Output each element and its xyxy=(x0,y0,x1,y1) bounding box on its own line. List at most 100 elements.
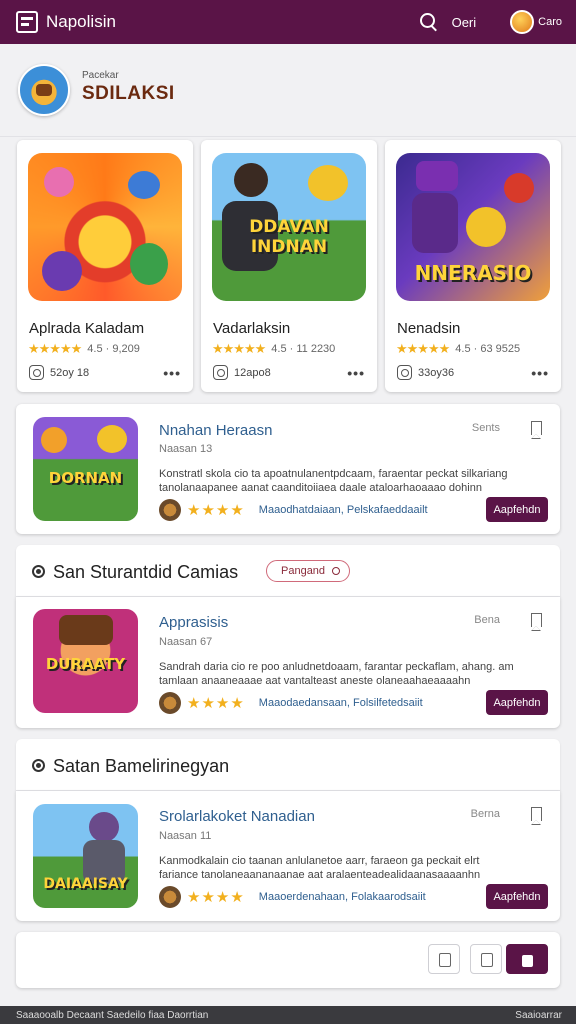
list-item[interactable]: DURAATY Apprasisis Naasan 67 Bena Sandra… xyxy=(16,597,560,728)
action-bar xyxy=(16,932,560,988)
list-item-subtitle: Naasan 13 xyxy=(159,443,213,455)
featured-title[interactable]: Aplrada Kaladam xyxy=(29,320,144,337)
profile-title: SDILAKSI xyxy=(82,83,175,104)
featured-thumbnail[interactable]: NNERASIO xyxy=(396,153,550,301)
get-app-button[interactable]: Aapfehdn xyxy=(486,690,548,715)
character-shape xyxy=(416,161,458,191)
lock-icon[interactable] xyxy=(506,944,548,974)
footer-copyright: Saaioarrar xyxy=(515,1009,562,1021)
rating-count: 4.5 · 63 9525 xyxy=(455,343,521,355)
list-item-title[interactable]: Nnahan Heraasn xyxy=(159,422,272,439)
get-app-button[interactable]: Aapfehdn xyxy=(486,497,548,522)
list-item-subtitle: Naasan 67 xyxy=(159,636,213,648)
download-icon xyxy=(213,365,228,380)
section-icon xyxy=(32,759,45,772)
character-shape xyxy=(412,193,458,253)
rating-count: 4.5 · 9,209 xyxy=(87,343,140,355)
featured-meta: 33oy36 xyxy=(397,365,454,380)
get-app-button[interactable]: Aapfehdn xyxy=(486,884,548,909)
section-icon xyxy=(32,565,45,578)
more-options-icon[interactable]: ••• xyxy=(163,365,181,381)
footer-links[interactable]: Saaaooalb Decaant Saedeilo fiaa Daorrtia… xyxy=(16,1010,208,1021)
bookmark-icon[interactable] xyxy=(530,807,542,825)
more-options-icon[interactable]: ••• xyxy=(531,365,549,381)
thumbnail-title-art: DORNAN xyxy=(48,469,123,487)
user-name[interactable]: Caro xyxy=(538,16,562,28)
section-header: San Sturantdid Camias Pangand xyxy=(16,545,560,597)
user-avatar[interactable] xyxy=(510,10,535,34)
developer-avatar xyxy=(159,499,181,521)
featured-title[interactable]: Nenadsin xyxy=(397,320,460,337)
featured-rating: ★★★★★ 4.5 · 11 2230 xyxy=(212,341,335,357)
list-item-meta: ★★★★ Maaodaedansaan, Folsilfetedsaiit xyxy=(159,692,423,714)
character-shape xyxy=(42,251,82,291)
character-shape xyxy=(89,812,119,842)
list-item-thumbnail[interactable]: DAIAAISAY xyxy=(33,804,138,908)
star-rating-icon: ★★★★ xyxy=(187,502,245,519)
search-icon[interactable] xyxy=(419,13,438,31)
featured-card[interactable]: Aplrada Kaladam ★★★★★ 4.5 · 9,209 52oy 1… xyxy=(17,140,193,392)
section-filter-chip[interactable]: Pangand xyxy=(266,560,351,582)
list-item-tags[interactable]: Maaodaedansaan, Folsilfetedsaiit xyxy=(259,697,423,709)
featured-rating: ★★★★★ 4.5 · 9,209 xyxy=(28,341,140,357)
save-label[interactable]: Sents xyxy=(472,422,500,434)
character-shape xyxy=(130,243,168,285)
profile-subtitle: Pacekar xyxy=(82,70,119,81)
character-shape xyxy=(41,427,67,453)
featured-card[interactable]: DDAVAN INDNAN Vadarlaksin ★★★★★ 4.5 · 11… xyxy=(201,140,377,392)
download-icon xyxy=(29,365,44,380)
library-icon[interactable] xyxy=(470,944,502,974)
star-rating-icon: ★★★★★ xyxy=(28,341,82,356)
character-shape xyxy=(308,165,348,201)
character-shape xyxy=(97,425,127,453)
character-shape xyxy=(234,163,268,197)
star-rating-icon: ★★★★★ xyxy=(396,341,450,356)
save-label[interactable]: Berna xyxy=(471,808,500,820)
list-item-title[interactable]: Srolarlakoket Nanadian xyxy=(159,808,315,825)
developer-avatar xyxy=(159,886,181,908)
download-icon xyxy=(397,365,412,380)
section-title: San Sturantdid Camias xyxy=(53,562,239,582)
list-item-thumbnail[interactable]: DURAATY xyxy=(33,609,138,713)
thumbnail-title-art: DAIAAISAY xyxy=(43,876,128,892)
list-item[interactable]: DAIAAISAY Srolarlakoket Nanadian Naasan … xyxy=(16,791,560,921)
list-item[interactable]: DORNAN Nnahan Heraasn Naasan 13 Sents Ko… xyxy=(16,404,560,534)
app-title: Napolisin xyxy=(46,12,116,31)
top-app-bar: Napolisin Oeri Caro xyxy=(0,0,576,44)
bookmark-icon[interactable] xyxy=(530,613,542,631)
featured-thumbnail[interactable]: DDAVAN INDNAN xyxy=(212,153,366,301)
list-item-title[interactable]: Apprasisis xyxy=(159,614,228,631)
profile-avatar[interactable] xyxy=(18,64,70,116)
thumbnail-title-art: DURAATY xyxy=(45,655,126,673)
developer-avatar xyxy=(159,692,181,714)
character-shape xyxy=(128,171,160,199)
share-icon[interactable] xyxy=(428,944,460,974)
character-shape xyxy=(59,615,113,645)
top-nav-link[interactable]: Oeri xyxy=(452,15,477,30)
star-rating-icon: ★★★★★ xyxy=(212,341,266,356)
featured-meta: 52oy 18 xyxy=(29,365,89,380)
section-header: Satan Bamelirinegyan xyxy=(16,739,560,791)
star-rating-icon: ★★★★ xyxy=(187,695,245,712)
list-item-subtitle: Naasan 11 xyxy=(159,830,212,842)
list-item-thumbnail[interactable]: DORNAN xyxy=(33,417,138,521)
header-divider xyxy=(0,136,576,137)
list-item-description: Konstratl skola cio ta apoatnulanentpdca… xyxy=(159,468,508,494)
featured-thumbnail[interactable] xyxy=(28,153,182,301)
download-count: 33oy36 xyxy=(418,366,455,379)
character-shape xyxy=(44,167,74,197)
app-logo-icon[interactable] xyxy=(16,11,38,33)
footer-bar: Saaaooalb Decaant Saedeilo fiaa Daorrtia… xyxy=(0,1006,576,1024)
download-count: 52oy 18 xyxy=(50,366,90,379)
list-item-meta: ★★★★ Maaodhatdaiaan, Pelskafaeddaailt xyxy=(159,499,428,521)
more-options-icon[interactable]: ••• xyxy=(347,365,365,381)
character-shape xyxy=(466,207,506,247)
featured-title[interactable]: Vadarlaksin xyxy=(213,320,290,337)
thumbnail-title-art: DDAVAN INDNAN xyxy=(249,217,329,257)
list-item-tags[interactable]: Maaoerdenahaan, Folakaarodsaiit xyxy=(259,891,426,903)
featured-card[interactable]: NNERASIO Nenadsin ★★★★★ 4.5 · 63 9525 33… xyxy=(385,140,561,392)
bookmark-icon[interactable] xyxy=(530,421,542,439)
list-item-tags[interactable]: Maaodhatdaiaan, Pelskafaeddaailt xyxy=(259,504,428,516)
character-shape xyxy=(504,173,534,203)
save-label[interactable]: Bena xyxy=(474,614,500,626)
